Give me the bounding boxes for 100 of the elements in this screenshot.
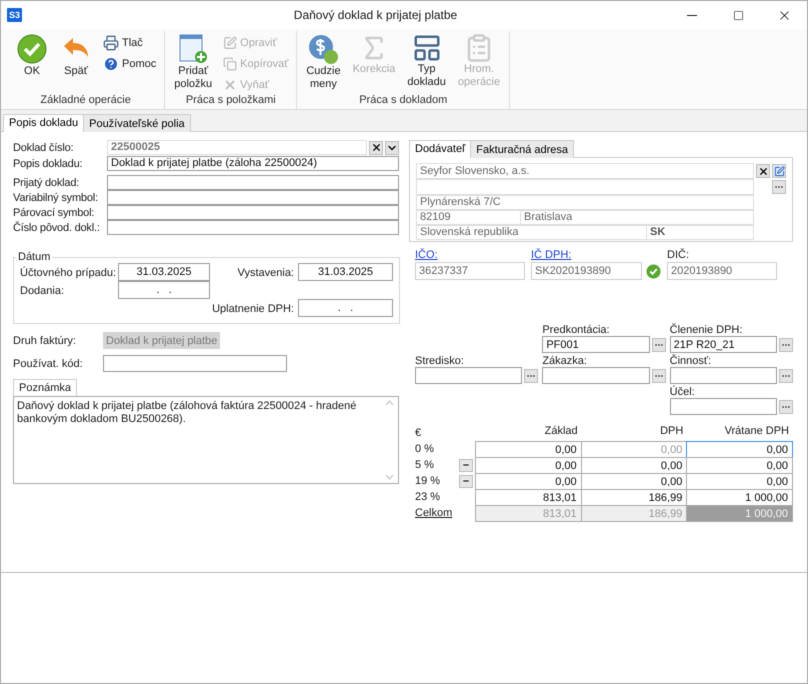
- edit-icon: [774, 166, 784, 176]
- browse-button[interactable]: [779, 369, 793, 383]
- field-link[interactable]: IČ DPH:: [531, 249, 572, 262]
- field-label: Účel:: [670, 386, 696, 398]
- field-label: Vystavenia:: [236, 266, 295, 278]
- ribbon-button[interactable]: Cudzie meny: [303, 31, 344, 94]
- date-field[interactable]: . .: [298, 299, 393, 317]
- ribbon-button[interactable]: Pridať položku: [171, 31, 216, 94]
- text-field[interactable]: [107, 190, 399, 204]
- text-field[interactable]: [542, 367, 650, 384]
- app-logo: S3: [7, 8, 22, 22]
- browse-button[interactable]: [779, 400, 793, 414]
- field-label: Činnosť:: [670, 355, 712, 367]
- text-field[interactable]: Doklad k prijatej platbe (záloha 22500024): [107, 156, 399, 170]
- printer-icon: [103, 34, 119, 50]
- field-label: Variabilný symbol:: [13, 192, 99, 204]
- text-field[interactable]: [415, 367, 522, 384]
- column-header: Vrátane DPH: [724, 425, 790, 439]
- text-field[interactable]: [670, 367, 777, 384]
- scroll-down-icon: [385, 474, 394, 480]
- add-document-icon: [177, 33, 210, 65]
- date-field[interactable]: 31.03.2025: [298, 263, 393, 281]
- row-label: 23 %: [415, 491, 442, 503]
- clear-button[interactable]: [756, 164, 770, 178]
- collapse-button[interactable]: [459, 458, 473, 472]
- text-field[interactable]: SK2020193890: [531, 262, 642, 280]
- field-label: Uplatnenie DPH:: [211, 302, 295, 314]
- row-label: Celkom: [415, 507, 454, 519]
- text-field[interactable]: [670, 398, 777, 415]
- field-label: Účtovného prípadu:: [20, 266, 118, 278]
- text-field[interactable]: Seyfor Slovensko, a.s.: [416, 162, 754, 178]
- column-header: DPH: [659, 425, 684, 439]
- amount-cell[interactable]: 0,00: [686, 457, 793, 474]
- ribbon-button[interactable]: Typ dokladu: [404, 31, 449, 94]
- column-header: Základ: [544, 425, 579, 439]
- field-label: DIČ:: [667, 249, 689, 262]
- field-link[interactable]: IČO:: [415, 249, 438, 262]
- ribbon-button[interactable]: Späť: [57, 31, 95, 94]
- dropdown-button[interactable]: [385, 140, 399, 154]
- browse-button[interactable]: [652, 338, 666, 352]
- text-field[interactable]: [107, 220, 399, 234]
- text-field[interactable]: 2020193890: [667, 262, 777, 280]
- text-field[interactable]: 82109: [416, 210, 521, 224]
- field-label: Popis dokladu:: [13, 158, 84, 170]
- text-field[interactable]: 22500025: [107, 140, 367, 154]
- window-title: Daňový doklad k prijatej platbe: [292, 8, 458, 22]
- date-field[interactable]: . .: [118, 281, 210, 299]
- tab[interactable]: Fakturačná adresa: [470, 140, 574, 158]
- collapse-button[interactable]: [459, 474, 473, 488]
- browse-button[interactable]: [524, 369, 538, 383]
- text-field[interactable]: [107, 204, 399, 220]
- field-label: Stredisko:: [415, 355, 465, 367]
- edit-button[interactable]: [772, 164, 786, 178]
- note-area[interactable]: Daňový doklad k prijatej platbe (zálohová faktúra 22500024 - hradené bankovým dokladom BU2500268).: [13, 396, 399, 484]
- text-field[interactable]: Slovenská republika: [416, 224, 647, 240]
- copy-icon: [223, 56, 238, 70]
- field-label: Druh faktúry:: [13, 334, 77, 346]
- text-field[interactable]: [107, 174, 399, 190]
- row-label: 5 %: [415, 459, 435, 471]
- close-icon: [370, 142, 382, 153]
- group-title: Dátum: [16, 251, 52, 263]
- amount-cell[interactable]: 0,00: [475, 441, 582, 458]
- text-field[interactable]: PF001: [542, 336, 650, 353]
- check-icon: [16, 33, 48, 65]
- tab[interactable]: Poznámka: [13, 379, 77, 396]
- group-label: Práca s položkami: [184, 94, 277, 108]
- browse-button[interactable]: [772, 180, 786, 194]
- field-label: Párovací symbol:: [13, 206, 96, 218]
- ribbon-button[interactable]: Pomoc: [101, 54, 158, 73]
- delete-icon: [223, 78, 238, 92]
- browse-button[interactable]: [652, 369, 666, 383]
- group-label: Základné operácie: [39, 94, 132, 108]
- field-label: Používat. kód:: [13, 358, 84, 370]
- ribbon-button[interactable]: OK: [13, 31, 51, 94]
- row-label: 0 %: [415, 443, 435, 455]
- amount-cell[interactable]: 0,00: [686, 441, 793, 458]
- tab[interactable]: Popis dokladu: [3, 114, 84, 132]
- document-layout-icon: [412, 33, 442, 63]
- scroll-up-icon: [385, 400, 394, 406]
- edit-icon: [223, 36, 238, 50]
- minimize-icon: [687, 14, 697, 16]
- field-label: Predkontácia:: [542, 324, 611, 336]
- close-icon: [758, 166, 768, 176]
- browse-button[interactable]: [779, 338, 793, 352]
- clear-button[interactable]: [369, 140, 383, 154]
- tab[interactable]: Používateľské polia: [83, 114, 191, 132]
- field-label: Doklad číslo:: [13, 142, 74, 154]
- row-label: 19 %: [415, 475, 442, 487]
- help-icon: [103, 56, 119, 72]
- date-field[interactable]: 31.03.2025: [118, 263, 210, 281]
- text-field[interactable]: Plynárenská 7/C: [416, 194, 754, 210]
- text-field[interactable]: [103, 354, 287, 372]
- maximize-icon: [732, 10, 744, 20]
- ribbon-button[interactable]: Tlač: [101, 33, 158, 52]
- text-field[interactable]: 21P R20_21: [670, 336, 777, 353]
- currency-icon: [307, 33, 340, 65]
- tab[interactable]: Dodávateľ: [409, 140, 472, 158]
- text-field[interactable]: 36237337: [415, 262, 525, 280]
- text-field[interactable]: SK: [646, 224, 754, 240]
- text-field[interactable]: Bratislava: [520, 210, 754, 224]
